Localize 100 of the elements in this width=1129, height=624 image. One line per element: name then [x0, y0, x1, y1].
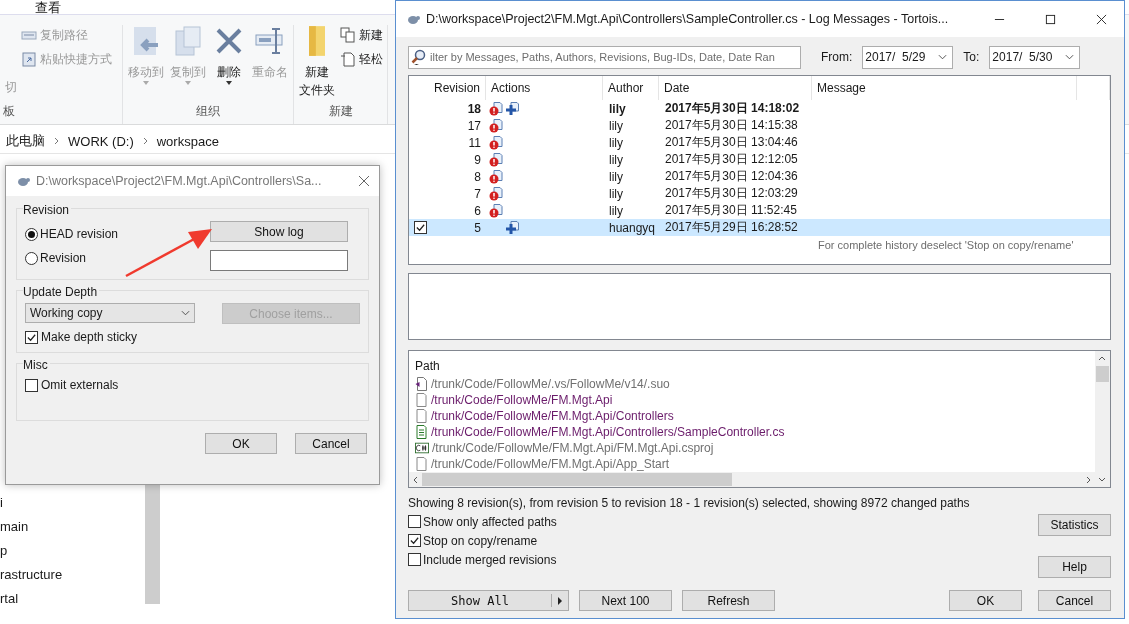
- side-button[interactable]: Help: [1038, 556, 1111, 578]
- dialog-button[interactable]: Cancel: [295, 433, 367, 454]
- scroll-thumb[interactable]: [1096, 366, 1109, 382]
- ribbon-button[interactable]: 删除: [211, 25, 247, 85]
- date-picker[interactable]: 2017/ 5/29: [862, 45, 954, 69]
- table-cell-text: lily: [608, 203, 624, 218]
- table-cell-text: 2017年5月30日 14:15:38: [664, 117, 799, 134]
- radio-option[interactable]: HEAD revision: [25, 227, 119, 241]
- table-cell: 8: [474, 169, 481, 184]
- column-header[interactable]: Revision: [409, 76, 486, 100]
- dialog-button[interactable]: OK: [949, 590, 1022, 611]
- show-log-button[interactable]: Show log: [210, 221, 348, 242]
- column-header[interactable]: Actions: [486, 76, 603, 100]
- column-header[interactable]: Date: [659, 76, 812, 100]
- table-cell-text: lily: [608, 186, 624, 201]
- nav-item[interactable]: main: [0, 518, 29, 535]
- checkbox[interactable]: [414, 221, 427, 234]
- breadcrumb-item[interactable]: 此电脑: [6, 132, 45, 150]
- caret-icon: [143, 81, 149, 85]
- ribbon-button[interactable]: 新建 文件夹: [298, 25, 336, 99]
- column-header[interactable]: Message: [812, 76, 1077, 100]
- list-button[interactable]: Refresh: [682, 590, 775, 611]
- csharp-file-icon: [415, 441, 429, 456]
- show-all-button[interactable]: Show All: [408, 590, 569, 611]
- table-cell: 18: [467, 101, 481, 116]
- dialog-title: D:\workspace\Project2\FM.Mgt.Api\Controllers\Sa...: [36, 174, 323, 188]
- modified-icon: [489, 152, 503, 167]
- nav-item[interactable]: p: [0, 542, 8, 559]
- scrollbar[interactable]: [1095, 351, 1110, 487]
- caret-icon: [185, 81, 191, 85]
- nav-item[interactable]: i: [0, 494, 3, 511]
- revision-row[interactable]: 18 lily 2017年5月30日 14:18:02: [409, 100, 1110, 117]
- table-cell: 9: [474, 152, 481, 167]
- checkbox[interactable]: [408, 534, 421, 547]
- nav-item[interactable]: rtal: [0, 590, 19, 607]
- scrollbar[interactable]: [409, 472, 1095, 487]
- date-picker[interactable]: 2017/ 5/30: [989, 45, 1081, 69]
- breadcrumb-item[interactable]: workspace: [156, 133, 219, 149]
- nav-item[interactable]: rastructure: [0, 566, 63, 583]
- file-path[interactable]: /trunk/Code/FollowMe/FM.Mgt.Api/App_Start: [431, 457, 670, 472]
- revision-row[interactable]: 8 lily 2017年5月30日 12:04:36: [409, 168, 1110, 185]
- scroll-right-icon[interactable]: [1086, 475, 1091, 484]
- document-icon: [340, 51, 356, 67]
- caret-icon: [938, 54, 948, 60]
- ribbon-button[interactable]: 轻松: [340, 49, 383, 69]
- file-icon: [415, 392, 428, 407]
- revision-row[interactable]: 11 lily 2017年5月30日 13:04:46: [409, 134, 1110, 151]
- file-icon: [415, 408, 428, 423]
- menu-tab[interactable]: 查看: [35, 1, 61, 14]
- file-icon: [415, 457, 428, 472]
- folder-icon: [309, 25, 325, 57]
- side-button[interactable]: Statistics: [1038, 514, 1111, 536]
- revision-field[interactable]: [210, 250, 348, 271]
- modified-icon: [489, 169, 503, 184]
- modified-icon: [489, 118, 503, 133]
- radio-option[interactable]: Revision: [25, 251, 119, 265]
- breadcrumb-item[interactable]: WORK (D:): [68, 133, 134, 149]
- dialog-button[interactable]: OK: [205, 433, 277, 454]
- table-cell: 5: [474, 220, 481, 235]
- filter-field[interactable]: ilter by Messages, Paths, Authors, Revisions, Bug-IDs, Date, Date Ran: [408, 45, 801, 69]
- scroll-left-icon[interactable]: [413, 475, 418, 484]
- checkbox[interactable]: [408, 553, 421, 566]
- checkbox[interactable]: [25, 378, 38, 392]
- checkbox[interactable]: [408, 515, 421, 528]
- group-title: Misc: [23, 358, 50, 372]
- revision-row[interactable]: 9 lily 2017年5月30日 12:12:05: [409, 151, 1110, 168]
- close-icon[interactable]: [1096, 13, 1107, 25]
- file-path[interactable]: /trunk/Code/FollowMe/FM.Mgt.Api/Controllers/SampleController.cs: [431, 425, 785, 439]
- column-header[interactable]: Author: [603, 76, 659, 100]
- depth-dropdown[interactable]: Working copy: [25, 303, 195, 323]
- file-icon: [415, 376, 428, 391]
- scroll-up-icon[interactable]: [1098, 356, 1106, 361]
- file-path[interactable]: /trunk/Code/FollowMe/FM.Mgt.Api: [431, 392, 613, 407]
- ribbon-button[interactable]: 新建: [340, 25, 383, 45]
- checkbox[interactable]: [25, 330, 38, 344]
- dialog-button[interactable]: Cancel: [1038, 590, 1111, 611]
- checkbox-label: Include merged revisions: [423, 552, 557, 567]
- caret-icon: [1065, 54, 1075, 60]
- revision-row[interactable]: 17 lily 2017年5月30日 14:15:38: [409, 117, 1110, 134]
- table-cell-text: lily: [608, 118, 624, 133]
- close-icon[interactable]: [359, 176, 369, 186]
- file-path[interactable]: /trunk/Code/FollowMe/.vs/FollowMe/v14/.suo: [431, 376, 670, 391]
- revision-row[interactable]: 6 lily 2017年5月30日 11:52:45: [409, 202, 1110, 219]
- from-label: From:: [821, 50, 853, 64]
- added-icon: [505, 220, 519, 235]
- history-note: For complete history deselect 'Stop on copy/rename': [818, 238, 1074, 251]
- file-path[interactable]: /trunk/Code/FollowMe/FM.Mgt.Api/Controllers: [431, 408, 674, 423]
- maximize-icon[interactable]: [1045, 13, 1056, 25]
- column-header[interactable]: Path: [409, 356, 440, 376]
- table-cell: 7: [474, 186, 481, 201]
- file-path[interactable]: /trunk/Code/FollowMe/FM.Mgt.Api/FM.Mgt.Api.csproj: [432, 441, 714, 456]
- list-button[interactable]: Next 100: [579, 590, 672, 611]
- table-cell-text: lily: [608, 135, 624, 150]
- revision-row[interactable]: 7 lily 2017年5月30日 12:03:29: [409, 185, 1110, 202]
- table-cell: 6: [474, 203, 481, 218]
- caret-icon: [226, 81, 232, 85]
- scroll-down-icon[interactable]: [1098, 477, 1106, 482]
- scroll-thumb[interactable]: [422, 473, 732, 487]
- checkbox-label: Show only affected paths: [423, 514, 557, 529]
- revision-row[interactable]: 5 huangyq 2017年5月29日 16:28:52: [409, 219, 1110, 236]
